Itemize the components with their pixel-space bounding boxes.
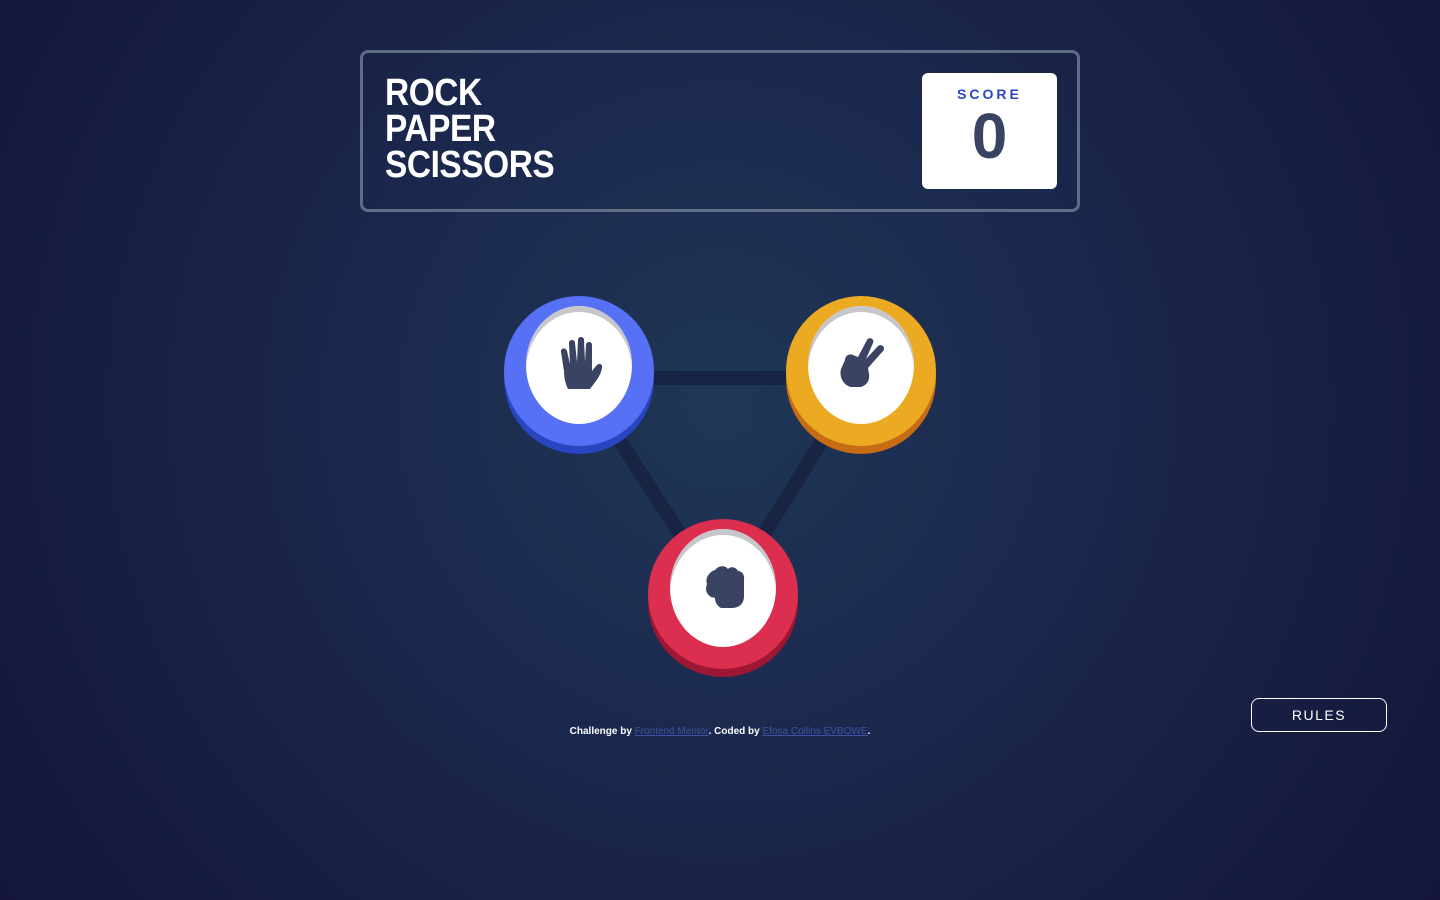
- triangle-background: [573, 371, 867, 604]
- attribution-footer: Challenge by Frontend Mentor. Coded by E…: [0, 726, 1440, 737]
- rock-button[interactable]: [648, 519, 798, 679]
- rules-button[interactable]: RULES: [1251, 698, 1387, 732]
- game-board: [0, 0, 1440, 900]
- paper-button[interactable]: [504, 296, 654, 456]
- footer-suffix: .: [867, 726, 871, 737]
- author-link[interactable]: Efosa Collins EVBOWE: [763, 726, 868, 737]
- rock-fist-icon: [670, 533, 776, 639]
- frontend-mentor-link[interactable]: Frontend Mentor: [635, 726, 709, 737]
- challenge-prefix: Challenge by: [569, 726, 635, 737]
- scissors-hand-icon: [808, 310, 914, 416]
- coded-prefix: . Coded by: [708, 726, 763, 737]
- scissors-button[interactable]: [786, 296, 936, 456]
- paper-hand-icon: [526, 310, 632, 416]
